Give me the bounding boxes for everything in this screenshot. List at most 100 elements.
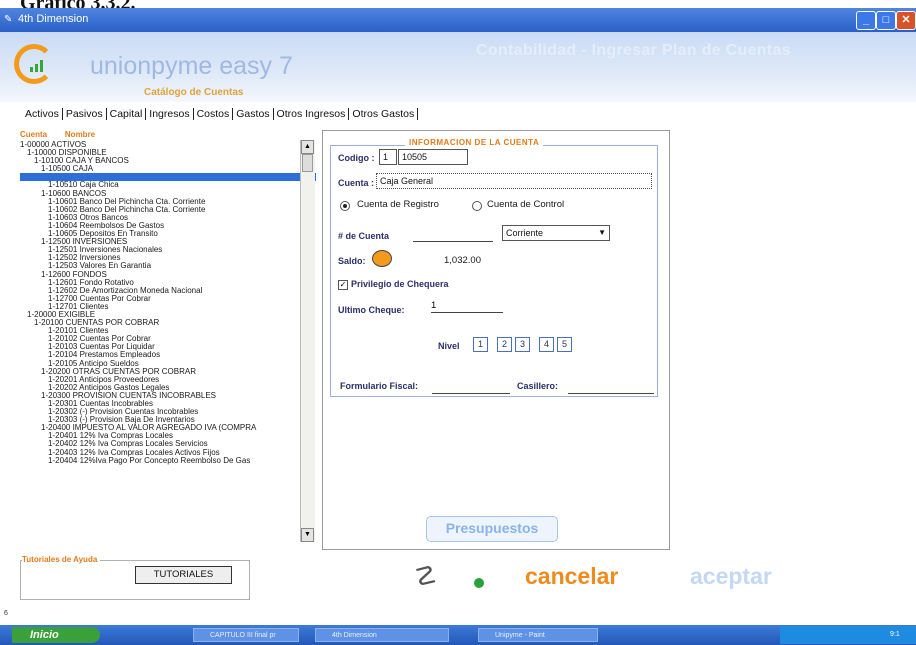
brand-name: unionpyme easy 7 xyxy=(90,52,293,80)
page-marker: 6 xyxy=(4,610,8,617)
privilegio-label: Privilegio de Chequera xyxy=(351,279,449,289)
radio-cuenta-registro[interactable] xyxy=(340,201,350,211)
saldo-coin-icon[interactable] xyxy=(372,250,392,267)
codigo-prefix-field[interactable]: 1 xyxy=(379,149,397,165)
tree-row[interactable]: 1-12701 Clientes xyxy=(20,303,316,311)
formulario-fiscal-field[interactable] xyxy=(432,381,510,394)
casillero-field[interactable] xyxy=(568,381,654,394)
tree-row[interactable]: 1-10500 CAJA xyxy=(20,165,316,173)
tree-row[interactable]: 1-20401 12% Iva Compras Locales xyxy=(20,432,316,440)
tree-row[interactable]: 1-20300 PROVISION CUENTAS INCOBRABLES xyxy=(20,392,316,400)
nivel-2-button[interactable]: 2 xyxy=(497,337,512,352)
green-dot-icon xyxy=(474,578,484,588)
tree-row[interactable]: 1-12501 Inversiones Nacionales xyxy=(20,246,316,254)
tipo-cuenta-value: Corriente xyxy=(506,228,544,238)
tutoriales-button[interactable]: TUTORIALES xyxy=(135,566,232,584)
minimize-button[interactable]: _ xyxy=(856,11,876,30)
tree-row[interactable]: 1-12700 Cuentas Por Cobrar xyxy=(20,295,316,303)
tree-row[interactable]: 1-20000 EXIGIBLE xyxy=(20,311,316,319)
start-button[interactable]: Inicio xyxy=(12,627,100,643)
tree-row[interactable]: 1-10602 Banco Del Pichincha Cta. Corrien… xyxy=(20,206,316,214)
brand-subtitle: Catálogo de Cuentas xyxy=(144,87,244,98)
numero-cuenta-field[interactable] xyxy=(413,229,493,242)
scroll-thumb[interactable] xyxy=(302,154,313,172)
tree-row[interactable]: 1-20303 (-) Provision Baja De Inventario… xyxy=(20,416,316,424)
taskbar-item-paint[interactable]: Unipyme - Paint xyxy=(478,628,598,642)
nivel-3-button[interactable]: 3 xyxy=(515,337,530,352)
scroll-down-icon[interactable]: ▼ xyxy=(301,528,314,542)
tab-costos[interactable]: Costos xyxy=(194,108,234,120)
tree-row[interactable]: 1-10604 Reembolsos De Gastos xyxy=(20,222,316,230)
tree-row[interactable]: 1-12600 FONDOS xyxy=(20,271,316,279)
tree-row[interactable]: 1-20202 Anticipos Gastos Legales xyxy=(20,384,316,392)
radio-cuenta-control[interactable] xyxy=(472,201,482,211)
nivel-1-button[interactable]: 1 xyxy=(473,337,488,352)
cuenta-label: Cuenta : xyxy=(338,178,374,188)
tree-row[interactable]: 1-20404 12%Iva Pago Por Concepto Reembol… xyxy=(20,457,316,465)
tree-row[interactable]: 1-20402 12% Iva Compras Locales Servicio… xyxy=(20,440,316,448)
tree-row[interactable]: 1-20101 Clientes xyxy=(20,327,316,335)
account-tabs: Activos Pasivos Capital Ingresos Costos Gasto… xyxy=(22,108,419,120)
tree-row[interactable]: 1-20104 Prestamos Empleados xyxy=(20,351,316,359)
casillero-label: Casillero: xyxy=(517,381,559,391)
tree-row[interactable]: 1-12602 De Amortizacion Moneda Nacional xyxy=(20,287,316,295)
module-title: Contabilidad - Ingresar Plan de Cuentas xyxy=(476,42,791,59)
tab-otros-ingresos[interactable]: Otros Ingresos xyxy=(274,108,350,120)
tree-row[interactable]: 1-20102 Cuentas Por Cobrar xyxy=(20,335,316,343)
tree-row[interactable]: 1-10000 DISPONIBLE xyxy=(20,149,316,157)
formulario-fiscal-label: Formulario Fiscal: xyxy=(340,381,419,391)
radio-cuenta-control-label: Cuenta de Control xyxy=(487,199,565,210)
chevron-down-icon[interactable]: ▼ xyxy=(598,226,606,240)
tree-row[interactable]: 1-20105 Anticipo Sueldos xyxy=(20,360,316,368)
tree-row[interactable]: 1-10603 Otros Bancos xyxy=(20,214,316,222)
tab-activos[interactable]: Activos xyxy=(22,108,63,120)
cuenta-field[interactable]: Caja General xyxy=(376,173,652,189)
nivel-4-button[interactable]: 4 xyxy=(539,337,554,352)
tree-scrollbar[interactable]: ▲ ▼ xyxy=(300,140,315,542)
aceptar-button[interactable]: aceptar xyxy=(690,563,772,590)
tree-row[interactable]: 1-12500 INVERSIONES xyxy=(20,238,316,246)
tree-row[interactable]: 1-12601 Fondo Rotativo xyxy=(20,279,316,287)
column-cuenta: Cuenta xyxy=(20,130,48,139)
tab-ingresos[interactable]: Ingresos xyxy=(146,108,194,120)
close-button[interactable]: ✕ xyxy=(896,11,916,30)
tree-row[interactable]: 1-00000 ACTIVOS xyxy=(20,141,316,149)
help-title: Tutoriales de Ayuda xyxy=(22,555,101,564)
tree-row[interactable]: 1-20100 CUENTAS POR COBRAR xyxy=(20,319,316,327)
tree-row[interactable]: 1-12502 Inversiones xyxy=(20,254,316,262)
tree-row[interactable]: 1-10601 Banco Del Pichincha Cta. Corrien… xyxy=(20,198,316,206)
presupuestos-button[interactable]: Presupuestos xyxy=(426,516,558,542)
taskbar-clock: 9:1 xyxy=(890,631,900,638)
maximize-button[interactable]: □ xyxy=(876,11,896,30)
tree-row[interactable]: 1-10605 Depositos En Transito xyxy=(20,230,316,238)
taskbar-item-4d[interactable]: 4th Dimension xyxy=(315,628,449,642)
tipo-cuenta-select[interactable]: Corriente ▼ xyxy=(502,225,610,241)
tree-row[interactable]: 1-20201 Anticipos Proveedores xyxy=(20,376,316,384)
scroll-up-icon[interactable]: ▲ xyxy=(301,140,314,154)
tree-row[interactable]: 1-20200 OTRAS CUENTAS POR COBRAR xyxy=(20,368,316,376)
tab-pasivos[interactable]: Pasivos xyxy=(63,108,107,120)
tree-row[interactable]: 1-12503 Valores En Garantia xyxy=(20,262,316,270)
tree-row[interactable]: 1-10600 BANCOS xyxy=(20,190,316,198)
tab-otros-gastos[interactable]: Otros Gastos xyxy=(349,108,419,120)
nivel-5-button[interactable]: 5 xyxy=(557,337,572,352)
ultimo-cheque-field[interactable]: 1 xyxy=(431,300,503,313)
tree-row[interactable]: 1-10505 Caja General xyxy=(20,173,316,182)
tree-row[interactable]: 1-10100 CAJA Y BANCOS xyxy=(20,157,316,165)
tab-capital[interactable]: Capital xyxy=(107,108,147,120)
radio-cuenta-registro-label: Cuenta de Registro xyxy=(357,199,439,210)
codigo-field[interactable]: 10505 xyxy=(398,149,468,165)
window-titlebar[interactable]: ✎ 4th Dimension _ □ ✕ xyxy=(0,8,916,32)
privilegio-checkbox[interactable]: ✓ xyxy=(338,280,348,290)
cancelar-button[interactable]: cancelar xyxy=(525,563,618,590)
saldo-label: Saldo: xyxy=(338,256,366,266)
tab-gastos[interactable]: Gastos xyxy=(233,108,274,120)
tree-row[interactable]: 1-20403 12% Iva Compras Locales Activos … xyxy=(20,449,316,457)
tree-rows: 1-00000 ACTIVOS 1-10000 DISPONIBLE 1-10100… xyxy=(20,141,316,465)
tree-row[interactable]: 1-10510 Caja Chica xyxy=(20,181,316,189)
tree-row[interactable]: 1-20301 Cuentas Incobrables xyxy=(20,400,316,408)
tree-row[interactable]: 1-20302 (-) Provision Cuentas Incobrable… xyxy=(20,408,316,416)
taskbar-item-word[interactable]: CAPITULO III final pr xyxy=(193,628,299,642)
tree-row[interactable]: 1-20400 IMPUESTO AL VALOR AGREGADO IVA (… xyxy=(20,424,316,432)
tree-row[interactable]: 1-20103 Cuentas Por Liquidar xyxy=(20,343,316,351)
